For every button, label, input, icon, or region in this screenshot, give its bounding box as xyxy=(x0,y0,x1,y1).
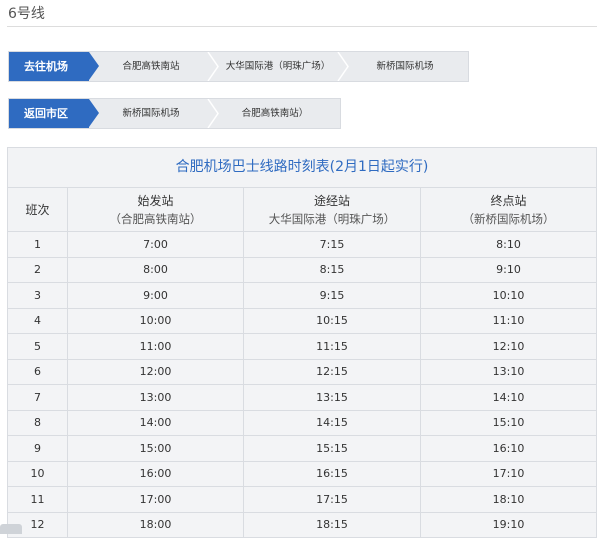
origin-time-cell: 8:00 xyxy=(68,257,244,282)
route-to-city: 返回市区 新桥国际机场 合肥高铁南站） xyxy=(8,98,341,129)
line-title: 6号线 xyxy=(8,6,45,22)
origin-time-cell: 17:00 xyxy=(68,487,244,512)
header-terminal-label: 终点站 xyxy=(490,193,527,208)
table-row: 4 10:00 10:15 11:10 xyxy=(8,308,596,334)
terminal-time-cell: 13:10 xyxy=(492,365,525,379)
header-via-station: 大华国际港（明珠广场） xyxy=(268,211,396,226)
trip-cell: 5 xyxy=(8,334,68,359)
table-row: 10 16:00 16:15 17:10 xyxy=(8,461,596,487)
header-terminal-station: （新桥国际机场） xyxy=(462,211,555,226)
route-stop: 大华国际港（明珠广场） xyxy=(225,61,331,72)
header-trip: 班次 xyxy=(8,188,68,231)
route-stop: 合肥高铁南站） xyxy=(241,108,309,119)
terminal-time-cell: 19:10 xyxy=(492,518,525,532)
header-origin: 始发站 （合肥高铁南站） xyxy=(68,188,244,231)
table-row: 5 11:00 11:15 12:10 xyxy=(8,334,596,360)
header-via: 途经站 大华国际港（明珠广场） xyxy=(244,188,421,231)
header-terminal: 终点站 （新桥国际机场） xyxy=(421,188,596,231)
via-time-cell: 11:15 xyxy=(244,334,421,359)
origin-time-cell: 18:00 xyxy=(68,512,244,537)
table-row: 1 7:00 7:15 8:10 xyxy=(8,232,596,258)
via-time-cell: 8:15 xyxy=(244,257,421,282)
timetable-header: 班次 始发站 （合肥高铁南站） 途经站 大华国际港（明珠广场） 终点站 （新桥国… xyxy=(8,188,596,232)
terminal-time-cell: 8:10 xyxy=(496,237,521,251)
direction-tab-to-city[interactable]: 返回市区 xyxy=(9,99,99,128)
table-row: 2 8:00 8:15 9:10 xyxy=(8,257,596,283)
origin-time-cell: 12:00 xyxy=(68,359,244,384)
origin-time-cell: 16:00 xyxy=(68,461,244,486)
header-origin-label: 始发站 xyxy=(137,193,174,208)
terminal-time-cell: 17:10 xyxy=(492,467,525,481)
via-time-cell: 9:15 xyxy=(244,283,421,308)
timetable-caption: 合肥机场巴士线路时刻表(2月1日起实行) xyxy=(8,148,596,188)
terminal-time-cell: 16:10 xyxy=(492,441,525,455)
origin-time-cell: 10:00 xyxy=(68,308,244,333)
trip-cell: 9 xyxy=(8,436,68,461)
origin-time-cell: 13:00 xyxy=(68,385,244,410)
table-row: 11 17:00 17:15 18:10 xyxy=(8,487,596,513)
via-time-cell: 17:15 xyxy=(244,487,421,512)
trip-cell: 11 xyxy=(8,487,68,512)
via-time-cell: 13:15 xyxy=(244,385,421,410)
trip-cell: 8 xyxy=(8,410,68,435)
terminal-time-cell: 14:10 xyxy=(492,390,525,404)
via-time-cell: 18:15 xyxy=(244,512,421,537)
via-time-cell: 15:15 xyxy=(244,436,421,461)
direction-tab-to-airport[interactable]: 去往机场 xyxy=(9,52,99,81)
route-stop: 合肥高铁南站 xyxy=(122,61,180,72)
table-row: 12 18:00 18:15 19:10 xyxy=(8,512,596,537)
origin-time-cell: 7:00 xyxy=(68,232,244,257)
terminal-time-cell: 18:10 xyxy=(492,492,525,506)
scrollbar-handle[interactable] xyxy=(0,524,22,534)
table-row: 7 13:00 13:15 14:10 xyxy=(8,385,596,411)
header-origin-station: （合肥高铁南站） xyxy=(109,211,202,226)
trip-cell: 7 xyxy=(8,385,68,410)
via-time-cell: 10:15 xyxy=(244,308,421,333)
trip-cell: 6 xyxy=(8,359,68,384)
terminal-time-cell: 10:10 xyxy=(492,288,525,302)
route-stop: 新桥国际机场 xyxy=(376,61,434,72)
table-row: 3 9:00 9:15 10:10 xyxy=(8,283,596,309)
route-to-airport: 去往机场 合肥高铁南站 大华国际港（明珠广场） 新桥国际机场 xyxy=(8,51,469,82)
terminal-time-cell: 12:10 xyxy=(492,339,525,353)
origin-time-cell: 9:00 xyxy=(68,283,244,308)
title-divider xyxy=(7,26,597,27)
table-row: 9 15:00 15:15 16:10 xyxy=(8,436,596,462)
via-time-cell: 16:15 xyxy=(244,461,421,486)
origin-time-cell: 11:00 xyxy=(68,334,244,359)
trip-cell: 4 xyxy=(8,308,68,333)
route-stop: 新桥国际机场 xyxy=(122,108,180,119)
terminal-time-cell: 9:10 xyxy=(496,263,521,277)
origin-time-cell: 14:00 xyxy=(68,410,244,435)
timetable: 合肥机场巴士线路时刻表(2月1日起实行) 班次 始发站 （合肥高铁南站） 途经站… xyxy=(7,147,597,538)
table-row: 6 12:00 12:15 13:10 xyxy=(8,359,596,385)
trip-cell: 1 xyxy=(8,232,68,257)
via-time-cell: 7:15 xyxy=(244,232,421,257)
chevron-right-icon xyxy=(207,52,219,81)
table-row: 8 14:00 14:15 15:10 xyxy=(8,410,596,436)
trip-cell: 2 xyxy=(8,257,68,282)
terminal-time-cell: 15:10 xyxy=(492,416,525,430)
trip-cell: 10 xyxy=(8,461,68,486)
via-time-cell: 12:15 xyxy=(244,359,421,384)
terminal-time-cell: 11:10 xyxy=(492,314,525,328)
chevron-right-icon xyxy=(207,99,219,128)
origin-time-cell: 15:00 xyxy=(68,436,244,461)
via-time-cell: 14:15 xyxy=(244,410,421,435)
timetable-body: 1 7:00 7:15 8:10 2 8:00 8:15 9:10 3 9:00… xyxy=(8,232,596,537)
trip-cell: 3 xyxy=(8,283,68,308)
chevron-right-icon xyxy=(337,52,349,81)
header-via-label: 途经站 xyxy=(313,193,350,208)
